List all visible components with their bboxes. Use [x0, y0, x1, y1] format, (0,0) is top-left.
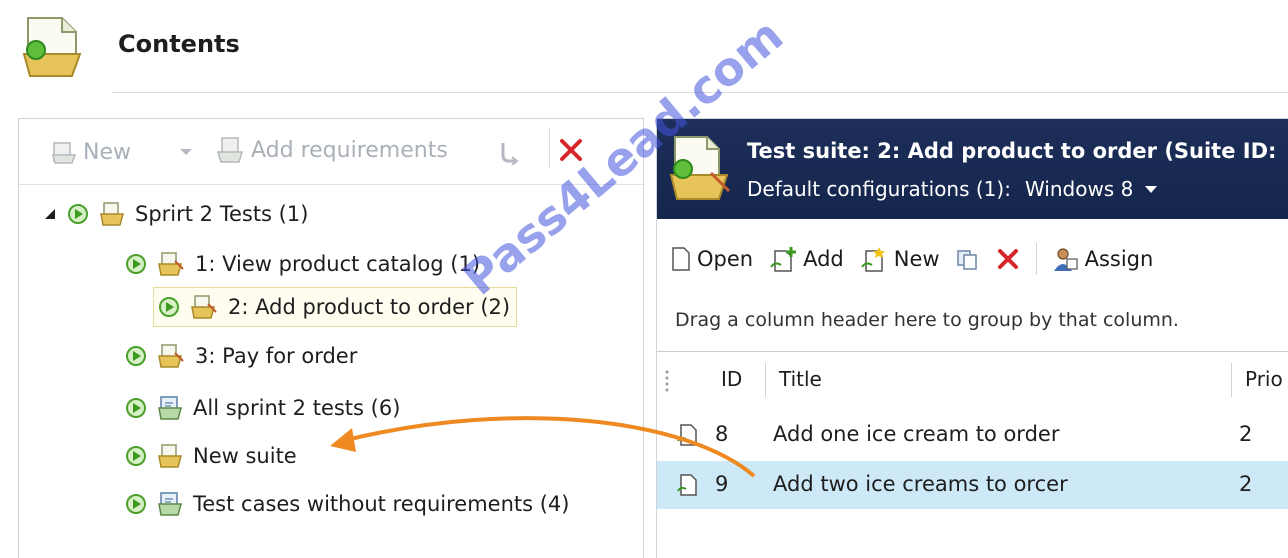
configuration-value: Windows 8 — [1024, 177, 1134, 201]
suite-tree-pane: New Add requirements Sprirt 2 Tests (1) … — [18, 118, 644, 558]
assign-user-icon — [1053, 248, 1078, 271]
static-suite-icon — [99, 201, 125, 227]
test-suite-icon — [667, 133, 733, 207]
default-configurations[interactable]: Default configurations (1): Windows 8 — [747, 177, 1158, 201]
tree-item-view-product-catalog[interactable]: 1: View product catalog (1) — [125, 247, 480, 281]
chevron-down-icon — [180, 149, 192, 155]
open-button[interactable]: Open — [671, 246, 753, 272]
new-test-case-button[interactable]: New — [860, 245, 940, 273]
suite-detail-pane: Test suite: 2: Add product to order (Sui… — [656, 118, 1288, 558]
cell-id: 9 — [715, 472, 729, 496]
contents-page-icon — [22, 14, 88, 80]
add-label: Add — [803, 247, 844, 271]
remove-test-case-button[interactable] — [996, 247, 1020, 271]
query-suite-icon — [157, 395, 183, 421]
link-button[interactable] — [495, 137, 521, 167]
tree-item-label: New suite — [193, 444, 297, 468]
new-suite-label: New — [83, 139, 131, 165]
requirement-suite-icon — [190, 294, 218, 320]
suite-title: Test suite: 2: Add product to order (Sui… — [747, 139, 1277, 163]
cell-id: 8 — [715, 422, 729, 446]
assign-button[interactable]: Assign — [1051, 245, 1154, 273]
tree-item-label: All sprint 2 tests (6) — [193, 396, 401, 420]
toolbar-separator — [1035, 243, 1037, 275]
new-test-case-icon — [860, 247, 885, 272]
grip-handle-icon[interactable] — [663, 369, 671, 393]
assign-label: Assign — [1084, 247, 1154, 271]
new-suite-icon — [52, 142, 77, 164]
group-by-hint: Drag a column header here to group by th… — [675, 309, 1179, 331]
run-status-icon — [125, 345, 147, 367]
new-dropdown-arrow[interactable] — [179, 137, 193, 167]
link-icon — [501, 143, 519, 165]
grid-header: ID Title Prio — [657, 355, 1288, 407]
add-test-case-icon — [770, 247, 797, 272]
grid-top-border — [657, 351, 1288, 352]
tree-item-label: 2: Add product to order (2) — [228, 295, 511, 319]
add-button[interactable]: Add — [769, 245, 844, 273]
cell-title: Add two ice creams to orcer — [773, 472, 1068, 496]
tree-item-label: Sprirt 2 Tests (1) — [135, 202, 309, 226]
cell-priority: 2 — [1239, 472, 1253, 496]
tree-item-label: 1: View product catalog (1) — [195, 252, 481, 276]
column-divider — [1231, 363, 1232, 397]
column-header-title[interactable]: Title — [779, 367, 822, 391]
cell-priority: 2 — [1239, 422, 1253, 446]
tree-item-new-suite[interactable]: New suite — [125, 439, 297, 473]
configurations-label: Default configurations (1): — [747, 177, 1011, 201]
run-status-icon — [125, 493, 147, 515]
cell-title: Add one ice cream to order — [773, 422, 1060, 446]
tree-root-sprint2[interactable]: Sprirt 2 Tests (1) — [43, 197, 308, 231]
table-row[interactable]: 9 Add two ice creams to orcer 2 — [657, 461, 1288, 509]
collapse-triangle-icon[interactable] — [43, 207, 57, 221]
tree-item-all-sprint-2-tests[interactable]: All sprint 2 tests (6) — [125, 391, 400, 425]
new-label: New — [893, 247, 940, 271]
test-case-icon — [677, 424, 697, 446]
delete-x-icon — [997, 249, 1018, 269]
suite-header: Test suite: 2: Add product to order (Sui… — [657, 119, 1288, 219]
add-requirements-icon — [216, 137, 244, 163]
chevron-down-icon[interactable] — [1145, 185, 1158, 193]
copy-icon — [956, 250, 977, 270]
delete-suite-button[interactable] — [557, 135, 585, 165]
test-case-icon — [677, 474, 697, 496]
tree-item-label: Test cases without requirements (4) — [193, 492, 570, 516]
open-label: Open — [697, 247, 754, 271]
tree-item-label: 3: Pay for order — [195, 344, 358, 368]
add-requirements-label: Add requirements — [251, 137, 448, 163]
requirement-suite-icon — [157, 251, 185, 277]
copy-button[interactable] — [956, 247, 980, 271]
tree-item-pay-for-order[interactable]: 3: Pay for order — [125, 339, 357, 373]
test-case-toolbar: Open Add New Assign — [657, 237, 1288, 281]
delete-x-icon — [560, 139, 582, 161]
run-status-icon — [125, 253, 147, 275]
tree-toolbar: New Add requirements — [19, 119, 643, 185]
new-suite-button[interactable]: New — [51, 137, 131, 167]
run-status-icon — [125, 397, 147, 419]
open-icon — [672, 247, 690, 271]
add-requirements-button[interactable]: Add requirements — [215, 135, 448, 165]
run-status-icon — [158, 296, 180, 318]
run-status-icon — [125, 445, 147, 467]
tree-item-test-cases-without-requirements[interactable]: Test cases without requirements (4) — [125, 487, 569, 521]
column-header-priority[interactable]: Prio — [1245, 367, 1283, 391]
toolbar-separator — [549, 129, 550, 169]
tree-item-add-product-to-order[interactable]: 2: Add product to order (2) — [153, 287, 518, 327]
run-status-icon — [67, 203, 89, 225]
requirement-suite-icon — [157, 343, 185, 369]
static-suite-icon — [157, 443, 183, 469]
column-header-id[interactable]: ID — [721, 367, 742, 391]
header-divider — [112, 92, 1288, 93]
query-suite-icon — [157, 491, 183, 517]
column-divider — [765, 363, 766, 397]
page-title: Contents — [118, 30, 240, 58]
table-row[interactable]: 8 Add one ice cream to order 2 — [657, 411, 1288, 459]
